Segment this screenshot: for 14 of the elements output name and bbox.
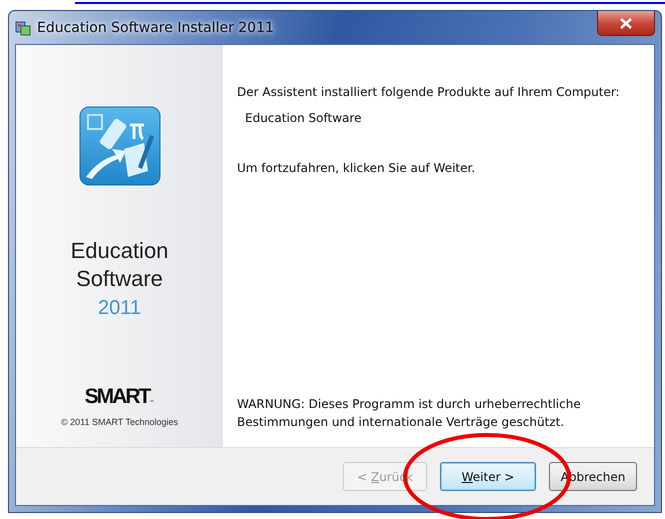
product-year: 2011: [98, 296, 141, 321]
product-name: Software: [76, 265, 163, 293]
close-button[interactable]: [597, 11, 655, 36]
product-name: Education: [70, 237, 168, 265]
wizard-button[interactable]: Weiter >: [440, 462, 536, 491]
brand-logo: SMART: [84, 385, 150, 409]
close-icon: [620, 18, 632, 28]
product-list-item: Education Software: [245, 110, 362, 126]
window-title: Education Software Installer 2011: [37, 20, 274, 36]
installer-app-icon: [15, 20, 31, 36]
warning-text: WARNUNG: Dieses Programm ist durch urheberrechtliche Bestimmungen und internationale Verträge geschützt.: [237, 396, 582, 431]
copyright-text: © 2011 SMART Technologies: [60, 417, 178, 427]
instruction-text: Um fortzufahren, klicken Sie auf Weiter.: [237, 160, 476, 176]
intro-text: Der Assistent installiert folgende Produkte auf Ihrem Computer:: [237, 84, 621, 100]
